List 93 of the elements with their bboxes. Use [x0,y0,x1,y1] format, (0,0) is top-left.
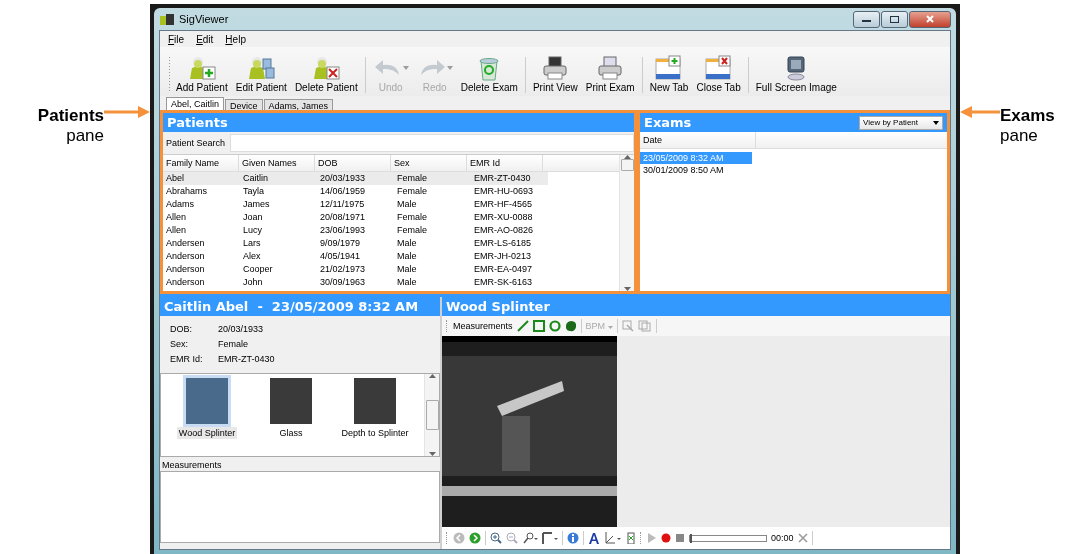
annotation-title: Patients [37,106,104,126]
toolbar-button[interactable]: Close Tab [693,55,744,93]
scroll-up-icon[interactable] [428,374,436,378]
menu-item[interactable]: Help [221,33,250,45]
tab[interactable]: Abel, Caitlin [166,97,225,110]
field-label: DOB: [170,324,193,334]
annotation-arrow [960,106,1000,118]
table-row[interactable]: Anderson John 30/09/1963 Male EMR-SK-6163 [163,276,548,289]
toolbar-button[interactable]: Delete Exam [457,55,521,93]
close-icon[interactable] [797,533,808,543]
table-row[interactable]: Anderson Cooper 21/02/1973 Male EMR-EA-0497 [163,263,548,276]
maximize-icon [890,15,899,23]
scroll-thumb[interactable] [620,159,634,171]
window-title: SigViewer [179,13,229,25]
playback-time: 00:00 [771,533,794,543]
menu-item[interactable]: Edit [192,33,218,45]
column-header[interactable]: Family Name [163,155,239,171]
tab-close-icon[interactable] [703,55,734,81]
table-row[interactable]: Abel Caitlin 20/03/1933 Female EMR-ZT-0430 [163,172,548,185]
table-row[interactable]: Adams James 12/11/1975 Male EMR-HF-4565 [163,198,548,211]
annotation-text: pane [1000,126,1039,146]
rectangle-tool-icon[interactable] [532,320,545,332]
menu-item[interactable]: File [164,33,189,45]
field-label: EMR Id: [170,354,204,364]
app-icon [159,12,175,26]
scrollbar[interactable] [424,374,439,456]
table-row[interactable]: Abrahams Tayla 14/06/1959 Female EMR-HU-0693 [163,185,548,198]
text-tool-icon[interactable] [588,532,600,544]
annotation-title: Exams [1000,106,1055,126]
view-dropdown[interactable]: View by Patient [859,115,943,130]
toolbar-button[interactable]: Delete Patient [291,55,361,93]
exam-row[interactable]: 30/01/2009 8:50 AM [640,164,752,176]
field-value: 20/03/1933 [218,324,265,334]
detail-title: Caitlin Abel - 23/05/2009 8:32 AM [160,297,440,316]
select-icon[interactable] [621,320,634,332]
record-icon[interactable] [661,533,671,543]
search-field[interactable] [230,134,634,152]
axis-icon[interactable] [604,532,622,544]
thumbnail-label[interactable]: Wood Splinter [176,427,238,439]
zoom-out-icon[interactable] [506,532,518,544]
toolbar-grip [168,57,171,93]
toolbar-button[interactable]: Print View [529,55,581,93]
scroll-thumb[interactable] [425,400,439,430]
close-button[interactable] [909,10,951,28]
stop-icon[interactable] [675,533,685,543]
table-row[interactable]: Allen Joan 20/08/1971 Female EMR-XU-0088 [163,211,548,224]
image-thumbnail[interactable] [354,378,396,424]
scroll-down-icon[interactable] [428,452,436,456]
close-icon [926,15,934,23]
toolbar-button[interactable]: Print Exam [582,55,638,93]
measurements-label: Measurements [161,459,223,471]
person-delete-icon[interactable] [311,55,342,81]
scroll-down-icon[interactable] [623,287,631,291]
viewer-title: Wood Splinter [442,297,950,316]
annotation-arrow [104,106,150,118]
toolbar-button[interactable]: Add Patient [173,55,231,93]
blob-tool-icon[interactable] [564,320,577,332]
pane-title: Exams [644,115,692,130]
zoom-in-icon[interactable] [490,532,502,544]
playback-slider[interactable] [689,534,767,542]
annotation-text: pane [66,126,104,146]
image-thumbnail[interactable] [270,378,312,424]
table-row[interactable]: Allen Lucy 23/06/1993 Female EMR-AO-0826 [163,224,548,237]
toolbar-button[interactable]: New Tab [646,55,692,93]
pane-title: Patients [163,113,634,132]
table-row[interactable]: Andersen Lars 9/09/1979 Male EMR-LS-6185 [163,237,548,250]
ruler-icon[interactable] [542,532,558,544]
field-value: EMR-ZT-0430 [218,354,276,364]
field-label: Sex: [170,339,189,349]
image-thumbnail[interactable] [186,378,228,424]
column-header[interactable]: DOB [315,155,391,171]
forward-icon[interactable] [469,532,481,544]
field-value: Female [218,339,249,349]
search-label: Patient Search [166,138,226,148]
info-icon[interactable] [567,532,579,544]
thumbnail-label[interactable]: Depth to Splinter [339,427,411,439]
column-header[interactable]: EMR Id [467,155,543,171]
circle-tool-icon[interactable] [548,320,561,332]
dropdown-caret-icon [933,120,939,125]
people-icon[interactable] [246,55,277,81]
thumbnail-label[interactable]: Glass [277,427,305,439]
column-header[interactable]: Given Names [239,155,315,171]
scrollbar[interactable] [619,155,634,291]
column-header[interactable]: Sex [391,155,467,171]
maximize-button[interactable] [881,10,908,28]
line-tool-icon[interactable] [516,320,529,332]
table-row[interactable]: Anderson Alex 4/05/1941 Male EMR-JH-0213 [163,250,548,263]
measurements-label: Measurements [453,321,513,331]
toolbar-button[interactable]: Full Screen Image [752,55,840,93]
toolbar-button[interactable]: Edit Patient [232,55,290,93]
magnifier-icon[interactable] [522,532,538,544]
minimize-button[interactable] [853,10,880,28]
caret-icon [607,326,613,329]
